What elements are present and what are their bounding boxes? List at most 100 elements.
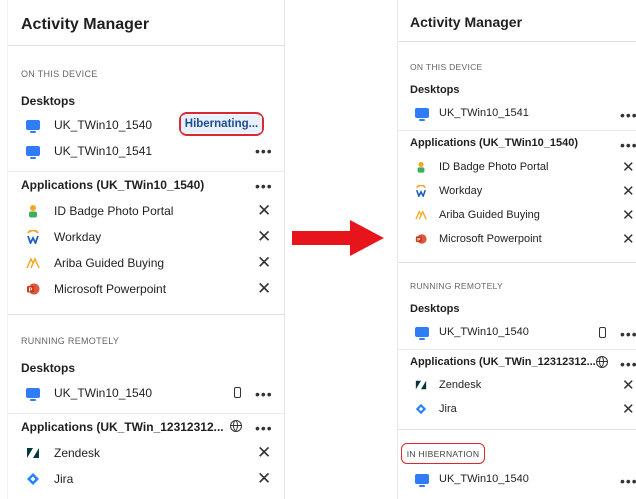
app-row[interactable]: Ariba Guided Buying bbox=[415, 209, 540, 221]
close-icon[interactable]: ✕ bbox=[622, 402, 635, 417]
app-name: Zendesk bbox=[439, 379, 482, 391]
monitor-icon bbox=[26, 120, 40, 133]
app-row[interactable]: ID Badge Photo Portal bbox=[26, 204, 173, 218]
panel-title: Activity Manager bbox=[21, 16, 150, 33]
more-options-icon[interactable]: ••• bbox=[620, 357, 636, 371]
close-icon[interactable]: ✕ bbox=[257, 280, 271, 297]
section-on-this-device: ON THIS DEVICE bbox=[410, 62, 483, 72]
divider bbox=[398, 429, 636, 430]
app-name: Ariba Guided Buying bbox=[54, 256, 165, 270]
desktops-header: Desktops bbox=[410, 84, 460, 96]
app-row[interactable]: ID Badge Photo Portal bbox=[415, 161, 548, 173]
desktop-name: UK_TWin10_1541 bbox=[54, 144, 153, 158]
divider bbox=[398, 41, 636, 42]
more-options-icon[interactable]: ••• bbox=[255, 144, 273, 158]
monitor-icon bbox=[415, 108, 429, 121]
ariba-icon bbox=[415, 209, 427, 220]
mobile-icon bbox=[599, 327, 606, 338]
globe-icon bbox=[230, 420, 242, 432]
close-icon[interactable]: ✕ bbox=[622, 378, 635, 393]
monitor-icon bbox=[415, 327, 429, 340]
divider bbox=[8, 314, 284, 315]
workday-icon bbox=[415, 185, 427, 197]
desktop-name: UK_TWin10_1540 bbox=[54, 386, 153, 400]
activity-manager-panel-after: Activity Manager ON THIS DEVICE Desktops… bbox=[397, 0, 636, 499]
desktop-row[interactable]: UK_TWin10_1541 bbox=[415, 107, 529, 121]
app-row[interactable]: Zendesk bbox=[415, 379, 481, 391]
app-row[interactable]: P Microsoft Powerpoint bbox=[415, 233, 542, 245]
desktops-header: Desktops bbox=[21, 94, 76, 108]
app-row[interactable]: Workday bbox=[415, 185, 482, 197]
monitor-icon bbox=[415, 474, 429, 487]
desktop-name: UK_TWin10_1540 bbox=[54, 118, 153, 132]
app-name: Zendesk bbox=[54, 446, 101, 460]
more-options-icon[interactable]: ••• bbox=[620, 327, 636, 341]
close-icon[interactable]: ✕ bbox=[622, 160, 635, 175]
hibernating-label: Hibernating... bbox=[180, 115, 263, 133]
remote-desktops-header: Desktops bbox=[21, 361, 76, 375]
desktop-row[interactable]: UK_TWin10_1540 bbox=[26, 118, 153, 133]
app-row[interactable]: Jira bbox=[415, 403, 457, 415]
close-icon[interactable]: ✕ bbox=[257, 202, 271, 219]
desktop-row[interactable]: UK_TWin10_1541 bbox=[26, 144, 153, 159]
divider bbox=[8, 45, 284, 46]
close-icon[interactable]: ✕ bbox=[622, 232, 635, 247]
zendesk-icon bbox=[415, 380, 427, 390]
more-options-icon[interactable]: ••• bbox=[255, 179, 273, 193]
more-options-icon[interactable]: ••• bbox=[255, 421, 273, 435]
applications-header: Applications (UK_TWin10_1540) bbox=[410, 137, 578, 149]
section-running-remotely: RUNNING REMOTELY bbox=[21, 336, 120, 346]
app-row[interactable]: Jira bbox=[26, 472, 73, 486]
desktop-name: UK_TWin10_1540 bbox=[439, 326, 529, 338]
desktop-name: UK_TWin10_1540 bbox=[439, 473, 529, 485]
divider bbox=[398, 349, 636, 350]
hibernation-desktop-row[interactable]: UK_TWin10_1540 bbox=[415, 473, 529, 487]
close-icon[interactable]: ✕ bbox=[622, 184, 635, 199]
remote-desktop-row[interactable]: UK_TWin10_1540 bbox=[26, 386, 153, 401]
more-options-icon[interactable]: ••• bbox=[620, 138, 636, 152]
close-icon[interactable]: ✕ bbox=[257, 254, 271, 271]
hibernating-button[interactable]: Hibernating... bbox=[179, 112, 264, 136]
mobile-icon bbox=[234, 387, 241, 398]
app-row[interactable]: Zendesk bbox=[26, 446, 100, 460]
app-name: Jira bbox=[54, 472, 74, 486]
app-row[interactable]: Ariba Guided Buying bbox=[26, 256, 164, 270]
remote-desktops-header: Desktops bbox=[410, 303, 460, 315]
app-name: ID Badge Photo Portal bbox=[439, 161, 549, 173]
divider bbox=[8, 171, 284, 172]
id-badge-icon bbox=[417, 161, 425, 173]
panel-title: Activity Manager bbox=[410, 14, 523, 30]
more-options-icon[interactable]: ••• bbox=[620, 108, 636, 122]
app-row[interactable]: P Microsoft Powerpoint bbox=[26, 282, 166, 296]
app-name: Workday bbox=[439, 185, 483, 197]
powerpoint-icon: P bbox=[415, 234, 427, 244]
jira-icon bbox=[415, 403, 427, 415]
section-in-hibernation: IN HIBERNATION bbox=[401, 443, 485, 464]
desktop-name: UK_TWin10_1541 bbox=[439, 107, 529, 119]
app-name: Jira bbox=[439, 403, 457, 415]
close-icon[interactable]: ✕ bbox=[257, 470, 271, 487]
more-options-icon[interactable]: ••• bbox=[255, 387, 273, 401]
monitor-icon bbox=[26, 388, 40, 401]
app-name: Workday bbox=[54, 230, 102, 244]
id-badge-icon bbox=[29, 205, 37, 218]
remote-desktop-row[interactable]: UK_TWin10_1540 bbox=[415, 326, 529, 340]
divider bbox=[398, 130, 636, 131]
app-name: ID Badge Photo Portal bbox=[54, 204, 174, 218]
jira-icon bbox=[27, 473, 39, 485]
svg-text:P: P bbox=[417, 237, 420, 242]
section-running-remotely: RUNNING REMOTELY bbox=[410, 281, 503, 291]
workday-icon bbox=[27, 230, 39, 244]
app-row[interactable]: Workday bbox=[26, 230, 101, 244]
divider bbox=[8, 413, 284, 414]
svg-text:P: P bbox=[29, 288, 33, 294]
close-icon[interactable]: ✕ bbox=[622, 208, 635, 223]
section-on-this-device: ON THIS DEVICE bbox=[21, 69, 98, 79]
powerpoint-icon: P bbox=[27, 283, 40, 295]
ariba-icon bbox=[26, 257, 40, 269]
close-icon[interactable]: ✕ bbox=[257, 444, 271, 461]
divider bbox=[398, 262, 636, 263]
close-icon[interactable]: ✕ bbox=[257, 228, 271, 245]
app-name: Ariba Guided Buying bbox=[439, 209, 540, 221]
more-options-icon[interactable]: ••• bbox=[620, 474, 636, 488]
